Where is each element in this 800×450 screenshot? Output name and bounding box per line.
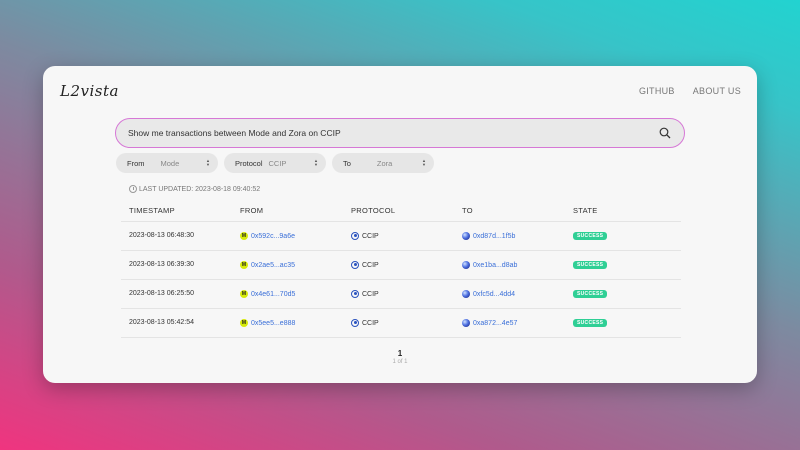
ccip-icon bbox=[351, 231, 359, 240]
protocol-text: CCIP bbox=[362, 290, 379, 298]
to-address-link[interactable]: 0xa872...4e57 bbox=[473, 319, 517, 326]
table-row[interactable]: 2023-08-13 06:48:30 M 0x592c...9a6e CCIP … bbox=[121, 221, 681, 251]
table-row[interactable]: 2023-08-13 05:42:54 M 0x5ee5...e888 CCIP … bbox=[121, 308, 681, 338]
cell-state: SUCCESS bbox=[565, 279, 681, 309]
last-updated: LAST UPDATED: 2023-08-18 09:40:52 bbox=[129, 185, 260, 193]
to-address-link[interactable]: 0xe1ba...d8ab bbox=[473, 261, 517, 268]
to-address-link[interactable]: 0xd87d...1f5b bbox=[473, 232, 515, 239]
to-select-value: Zora bbox=[376, 158, 393, 168]
from-address-link[interactable]: 0x592c...9a6e bbox=[251, 232, 295, 239]
logo[interactable]: L2vista bbox=[60, 82, 119, 100]
chevron-updown-icon: ▲ ▼ bbox=[314, 158, 318, 167]
ccip-icon bbox=[351, 289, 359, 298]
zora-icon bbox=[462, 231, 470, 240]
to-select[interactable]: To Zora ▲ ▼ bbox=[332, 153, 434, 173]
protocol-select-label: Protocol bbox=[235, 158, 263, 168]
status-badge: SUCCESS bbox=[573, 260, 608, 269]
cell-timestamp: 2023-08-13 06:48:30 bbox=[121, 221, 232, 251]
from-select[interactable]: From Mode ▲ ▼ bbox=[116, 153, 218, 173]
transactions-table: TIMESTAMP FROM PROTOCOL TO STATE 2023-08… bbox=[121, 201, 681, 338]
filter-bar: From Mode ▲ ▼ Protocol CCIP ▲ ▼ To Zora ▲ ▼ bbox=[116, 153, 434, 173]
mode-icon: M bbox=[240, 318, 248, 327]
table-row[interactable]: 2023-08-13 06:39:30 M 0x2ae5...ac35 CCIP … bbox=[121, 250, 681, 280]
status-badge: SUCCESS bbox=[573, 318, 608, 327]
header-from: FROM bbox=[232, 201, 343, 222]
protocol-text: CCIP bbox=[362, 232, 379, 240]
page-number-button[interactable]: 1 bbox=[43, 349, 757, 358]
cell-to: 0xd87d...1f5b bbox=[454, 221, 565, 251]
nav-about-link[interactable]: ABOUT US bbox=[693, 86, 741, 96]
cell-from: M 0x2ae5...ac35 bbox=[232, 250, 343, 280]
cell-timestamp: 2023-08-13 05:42:54 bbox=[121, 308, 232, 338]
from-address-link[interactable]: 0x4e61...70d5 bbox=[251, 290, 295, 297]
mode-icon: M bbox=[240, 289, 248, 298]
table-header-row: TIMESTAMP FROM PROTOCOL TO STATE bbox=[121, 201, 681, 222]
cell-protocol: CCIP bbox=[343, 279, 454, 309]
cell-state: SUCCESS bbox=[565, 308, 681, 338]
page-summary: 1 of 1 bbox=[392, 359, 408, 365]
header-state: STATE bbox=[565, 201, 681, 222]
protocol-text: CCIP bbox=[362, 261, 379, 269]
cell-from: M 0x592c...9a6e bbox=[232, 221, 343, 251]
chevron-updown-icon: ▲ ▼ bbox=[206, 158, 210, 167]
cell-state: SUCCESS bbox=[565, 221, 681, 251]
search-input[interactable] bbox=[128, 128, 658, 138]
nav-github-link[interactable]: GITHUB bbox=[639, 86, 675, 96]
chevron-updown-icon: ▲ ▼ bbox=[422, 158, 426, 167]
from-select-value: Mode bbox=[160, 158, 180, 168]
cell-timestamp: 2023-08-13 06:25:50 bbox=[121, 279, 232, 309]
search-icon[interactable] bbox=[658, 126, 672, 140]
cell-to: 0xa872...4e57 bbox=[454, 308, 565, 338]
table-row[interactable]: 2023-08-13 06:25:50 M 0x4e61...70d5 CCIP … bbox=[121, 279, 681, 309]
cell-protocol: CCIP bbox=[343, 308, 454, 338]
top-nav: GITHUB ABOUT US bbox=[639, 86, 741, 96]
search-bar bbox=[115, 118, 685, 148]
status-badge: SUCCESS bbox=[573, 231, 608, 240]
cell-protocol: CCIP bbox=[343, 250, 454, 280]
from-address-link[interactable]: 0x2ae5...ac35 bbox=[251, 261, 295, 268]
mode-icon: M bbox=[240, 231, 248, 240]
cell-state: SUCCESS bbox=[565, 250, 681, 280]
status-badge: SUCCESS bbox=[573, 289, 608, 298]
header-protocol: PROTOCOL bbox=[343, 201, 454, 222]
from-select-label: From bbox=[127, 158, 145, 168]
protocol-select-value: CCIP bbox=[268, 158, 287, 168]
protocol-text: CCIP bbox=[362, 319, 379, 327]
cell-from: M 0x5ee5...e888 bbox=[232, 308, 343, 338]
zora-icon bbox=[462, 260, 470, 269]
to-address-link[interactable]: 0xfc5d...4dd4 bbox=[473, 290, 515, 297]
pagination: 1 1 of 1 bbox=[43, 349, 757, 365]
header-to: TO bbox=[454, 201, 565, 222]
cell-to: 0xe1ba...d8ab bbox=[454, 250, 565, 280]
clock-icon bbox=[129, 185, 137, 193]
cell-timestamp: 2023-08-13 06:39:30 bbox=[121, 250, 232, 280]
ccip-icon bbox=[351, 260, 359, 269]
main-card: L2vista GITHUB ABOUT US From Mode ▲▼ Pro… bbox=[43, 66, 757, 383]
zora-icon bbox=[462, 318, 470, 327]
last-updated-text: LAST UPDATED: 2023-08-18 09:40:52 bbox=[139, 185, 261, 193]
cell-protocol: CCIP bbox=[343, 221, 454, 251]
protocol-select[interactable]: Protocol CCIP ▲ ▼ bbox=[224, 153, 326, 173]
cell-from: M 0x4e61...70d5 bbox=[232, 279, 343, 309]
to-select-label: To bbox=[343, 158, 351, 168]
ccip-icon bbox=[351, 318, 359, 327]
from-address-link[interactable]: 0x5ee5...e888 bbox=[251, 319, 295, 326]
zora-icon bbox=[462, 289, 470, 298]
mode-icon: M bbox=[240, 260, 248, 269]
cell-to: 0xfc5d...4dd4 bbox=[454, 279, 565, 309]
header-timestamp: TIMESTAMP bbox=[121, 201, 232, 222]
